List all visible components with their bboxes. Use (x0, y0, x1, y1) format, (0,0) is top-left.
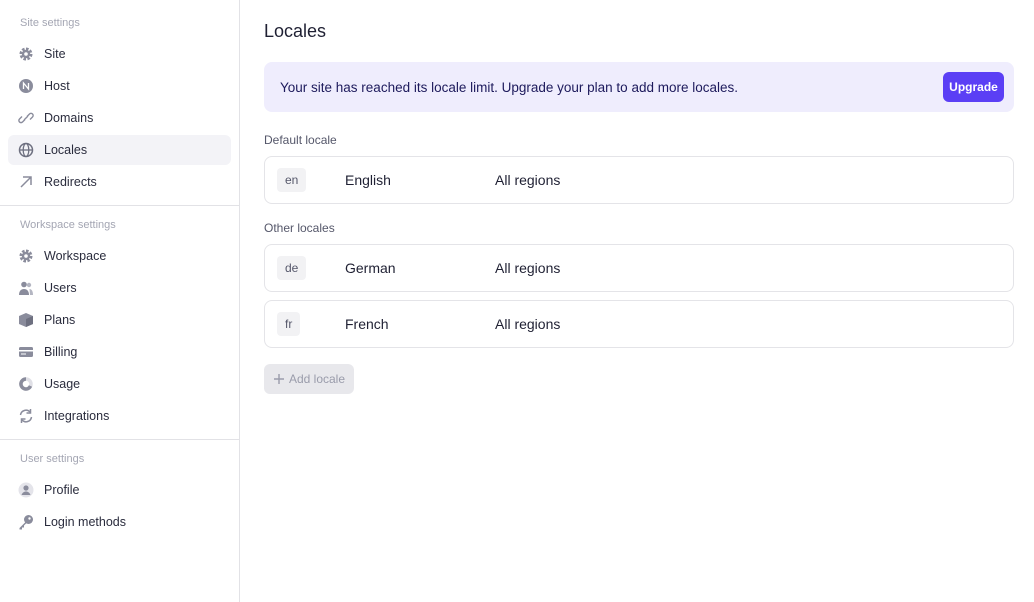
sidebar-item-domains[interactable]: Domains (8, 103, 231, 133)
sidebar-item-label: Integrations (44, 409, 109, 423)
gear-icon (18, 248, 34, 264)
sidebar: Site settings Site Host Domains Locales … (0, 0, 240, 602)
sidebar-item-locales[interactable]: Locales (8, 135, 231, 165)
page-title: Locales (264, 21, 326, 42)
sidebar-item-profile[interactable]: Profile (8, 475, 231, 505)
users-icon (18, 280, 34, 296)
section-label-user: User settings (20, 453, 84, 465)
sidebar-item-label: Locales (44, 143, 87, 157)
sidebar-item-workspace[interactable]: Workspace (8, 241, 231, 271)
user-icon (18, 482, 34, 498)
sidebar-item-label: Users (44, 281, 77, 295)
sidebar-item-label: Usage (44, 377, 80, 391)
host-icon (18, 78, 34, 94)
divider (0, 205, 239, 206)
key-icon (18, 514, 34, 530)
locale-name: French (345, 316, 389, 332)
globe-icon (18, 142, 34, 158)
locale-code: fr (277, 312, 300, 336)
locale-row[interactable]: fr French All regions (264, 300, 1014, 348)
other-locales-label: Other locales (264, 221, 335, 235)
sidebar-item-plans[interactable]: Plans (8, 305, 231, 335)
sidebar-item-label: Billing (44, 345, 77, 359)
plus-icon (273, 373, 285, 385)
default-locale-label: Default locale (264, 133, 337, 147)
section-label-site: Site settings (20, 17, 80, 29)
locale-limit-banner: Your site has reached its locale limit. … (264, 62, 1014, 112)
sidebar-item-usage[interactable]: Usage (8, 369, 231, 399)
locale-code: en (277, 168, 306, 192)
sidebar-item-host[interactable]: Host (8, 71, 231, 101)
section-label-workspace: Workspace settings (20, 219, 116, 231)
locale-regions: All regions (495, 316, 560, 332)
sidebar-item-label: Login methods (44, 515, 126, 529)
sidebar-item-label: Site (44, 47, 66, 61)
sidebar-item-billing[interactable]: Billing (8, 337, 231, 367)
link-icon (18, 110, 34, 126)
sidebar-item-label: Workspace (44, 249, 106, 263)
gear-icon (18, 46, 34, 62)
locale-name: English (345, 172, 391, 188)
add-locale-label: Add locale (289, 372, 345, 386)
locale-code: de (277, 256, 306, 280)
sidebar-item-label: Host (44, 79, 70, 93)
box-icon (18, 312, 34, 328)
sidebar-item-integrations[interactable]: Integrations (8, 401, 231, 431)
locale-name: German (345, 260, 396, 276)
upgrade-button[interactable]: Upgrade (943, 72, 1004, 102)
locale-regions: All regions (495, 260, 560, 276)
add-locale-button[interactable]: Add locale (264, 364, 354, 394)
sidebar-item-label: Redirects (44, 175, 97, 189)
sidebar-item-login-methods[interactable]: Login methods (8, 507, 231, 537)
sidebar-item-label: Plans (44, 313, 75, 327)
credit-card-icon (18, 344, 34, 360)
sidebar-item-label: Profile (44, 483, 79, 497)
locale-row[interactable]: en English All regions (264, 156, 1014, 204)
sidebar-item-label: Domains (44, 111, 93, 125)
sidebar-item-redirects[interactable]: Redirects (8, 167, 231, 197)
locale-regions: All regions (495, 172, 560, 188)
sidebar-item-site[interactable]: Site (8, 39, 231, 69)
locale-row[interactable]: de German All regions (264, 244, 1014, 292)
banner-text: Your site has reached its locale limit. … (280, 80, 738, 95)
sidebar-item-users[interactable]: Users (8, 273, 231, 303)
divider (0, 439, 239, 440)
arrow-up-right-icon (18, 174, 34, 190)
usage-icon (18, 376, 34, 392)
refresh-icon (18, 408, 34, 424)
